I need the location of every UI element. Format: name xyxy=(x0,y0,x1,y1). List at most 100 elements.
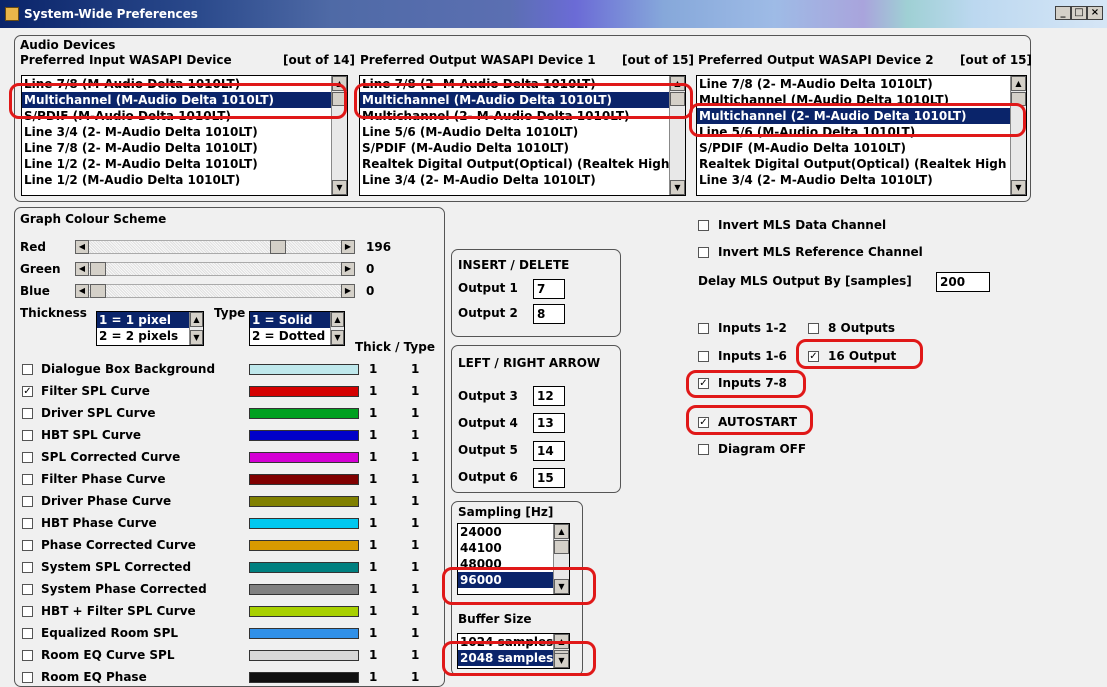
slider-left-arrow-icon[interactable]: ◀ xyxy=(75,262,89,276)
invert-data-checkbox[interactable] xyxy=(698,220,709,231)
list-item[interactable]: Line 5/6 (M-Audio Delta 1010LT) xyxy=(360,124,685,140)
curve-checkbox[interactable] xyxy=(22,364,33,375)
curve-colour-swatch[interactable] xyxy=(249,540,359,551)
curve-label: Filter SPL Curve xyxy=(41,384,150,398)
list-item[interactable]: Line 7/8 (2- M-Audio Delta 1010LT) xyxy=(697,76,1026,92)
scroll-down-icon[interactable]: ▼ xyxy=(332,180,347,195)
output1-field[interactable]: 7 xyxy=(533,279,565,299)
scroll-up-icon[interactable]: ▲ xyxy=(554,524,569,539)
list-item[interactable]: Line 3/4 (2- M-Audio Delta 1010LT) xyxy=(697,172,1026,188)
curve-checkbox[interactable] xyxy=(22,650,33,661)
curve-colour-swatch[interactable] xyxy=(249,518,359,529)
curve-checkbox[interactable] xyxy=(22,584,33,595)
curve-colour-swatch[interactable] xyxy=(249,408,359,419)
blue-slider[interactable]: ◀ ▶ xyxy=(75,284,355,298)
curve-colour-swatch[interactable] xyxy=(249,474,359,485)
slider-thumb[interactable] xyxy=(90,284,106,298)
inputs-1-6-checkbox[interactable] xyxy=(698,351,709,362)
diagram-off-checkbox[interactable] xyxy=(698,444,709,455)
scroll-down-icon[interactable]: ▼ xyxy=(670,180,685,195)
curve-colour-swatch[interactable] xyxy=(249,672,359,683)
curve-thickness: 1 xyxy=(369,494,378,508)
slider-right-arrow-icon[interactable]: ▶ xyxy=(341,240,355,254)
curve-checkbox[interactable]: ✓ xyxy=(22,386,33,397)
curve-colour-swatch[interactable] xyxy=(249,584,359,595)
list-item[interactable]: Line 7/8 (2- M-Audio Delta 1010LT) xyxy=(22,140,347,156)
curve-colour-swatch[interactable] xyxy=(249,606,359,617)
scroll-down-icon[interactable]: ▼ xyxy=(190,330,203,345)
list-item[interactable]: Realtek Digital Output(Optical) (Realtek… xyxy=(697,156,1026,172)
inputs-1-2-checkbox-label: Inputs 1-2 xyxy=(718,321,787,335)
list-item[interactable]: S/PDIF (M-Audio Delta 1010LT) xyxy=(697,140,1026,156)
type-list[interactable]: 1 = Solid 2 = Dotted ▲ ▼ xyxy=(249,311,345,346)
slider-right-arrow-icon[interactable]: ▶ xyxy=(341,284,355,298)
scroll-up-icon[interactable]: ▲ xyxy=(1011,76,1026,91)
output1-device-count: [out of 15] xyxy=(622,53,695,67)
list-item[interactable]: Line 1/2 (2- M-Audio Delta 1010LT) xyxy=(22,156,347,172)
invert-ref-checkbox-label: Invert MLS Reference Channel xyxy=(718,245,923,259)
curve-checkbox[interactable] xyxy=(22,408,33,419)
left-right-heading: LEFT / RIGHT ARROW xyxy=(458,356,601,370)
scroll-down-icon[interactable]: ▼ xyxy=(331,330,344,345)
outputs-8-checkbox[interactable] xyxy=(808,323,819,334)
curve-checkbox[interactable] xyxy=(22,452,33,463)
slider-left-arrow-icon[interactable]: ◀ xyxy=(75,284,89,298)
slider-left-arrow-icon[interactable]: ◀ xyxy=(75,240,89,254)
inputs-1-2-checkbox[interactable] xyxy=(698,323,709,334)
maximize-button[interactable]: □ xyxy=(1071,6,1087,20)
curve-colour-swatch[interactable] xyxy=(249,386,359,397)
scroll-up-icon[interactable]: ▲ xyxy=(190,312,203,327)
curve-checkbox[interactable] xyxy=(22,496,33,507)
curve-colour-swatch[interactable] xyxy=(249,496,359,507)
curve-thickness: 1 xyxy=(369,450,378,464)
curve-colour-swatch[interactable] xyxy=(249,430,359,441)
thick-type-header: Thick / Type xyxy=(355,340,435,354)
curve-checkbox[interactable] xyxy=(22,540,33,551)
slider-thumb[interactable] xyxy=(270,240,287,254)
curve-checkbox[interactable] xyxy=(22,518,33,529)
curve-checkbox[interactable] xyxy=(22,606,33,617)
invert-ref-checkbox[interactable] xyxy=(698,247,709,258)
list-item[interactable]: Line 1/2 (M-Audio Delta 1010LT) xyxy=(22,172,347,188)
curve-checkbox[interactable] xyxy=(22,430,33,441)
output2-field[interactable]: 8 xyxy=(533,304,565,324)
minimize-button[interactable]: _ xyxy=(1055,6,1071,20)
thickness-option[interactable]: 1 = 1 pixel xyxy=(97,312,203,328)
list-item[interactable]: Line 3/4 (2- M-Audio Delta 1010LT) xyxy=(22,124,347,140)
curve-checkbox[interactable] xyxy=(22,562,33,573)
curve-colour-swatch[interactable] xyxy=(249,364,359,375)
delay-field[interactable]: 200 xyxy=(936,272,990,292)
curve-colour-swatch[interactable] xyxy=(249,650,359,661)
red-slider[interactable]: ◀ ▶ xyxy=(75,240,355,254)
output6-field[interactable]: 15 xyxy=(533,468,565,488)
curve-checkbox[interactable] xyxy=(22,474,33,485)
close-button[interactable]: × xyxy=(1087,6,1103,20)
curve-colour-swatch[interactable] xyxy=(249,452,359,463)
curve-colour-swatch[interactable] xyxy=(249,562,359,573)
output5-field[interactable]: 14 xyxy=(533,441,565,461)
output5-label: Output 5 xyxy=(458,443,518,457)
output4-field[interactable]: 13 xyxy=(533,413,565,433)
list-item[interactable]: S/PDIF (M-Audio Delta 1010LT) xyxy=(360,140,685,156)
slider-thumb[interactable] xyxy=(90,262,106,276)
scroll-up-icon[interactable]: ▲ xyxy=(331,312,344,327)
diagram-off-checkbox-label: Diagram OFF xyxy=(718,442,807,456)
output3-field[interactable]: 12 xyxy=(533,386,565,406)
invert-data-checkbox-label: Invert MLS Data Channel xyxy=(718,218,887,232)
list-item[interactable]: Realtek Digital Output(Optical) (Realtek… xyxy=(360,156,685,172)
curve-checkbox[interactable] xyxy=(22,628,33,639)
curve-checkbox[interactable] xyxy=(22,672,33,683)
scroll-down-icon[interactable]: ▼ xyxy=(1011,180,1026,195)
curve-label: Dialogue Box Background xyxy=(41,362,216,376)
curve-thickness: 1 xyxy=(369,604,378,618)
blue-label: Blue xyxy=(20,284,50,298)
output2-device-label: Preferred Output WASAPI Device 2 xyxy=(698,53,934,67)
slider-right-arrow-icon[interactable]: ▶ xyxy=(341,262,355,276)
thickness-option[interactable]: 2 = 2 pixels xyxy=(97,328,203,344)
scroll-thumb[interactable] xyxy=(554,540,569,554)
list-item[interactable]: Line 3/4 (2- M-Audio Delta 1010LT) xyxy=(360,172,685,188)
thickness-list[interactable]: 1 = 1 pixel 2 = 2 pixels ▲ ▼ xyxy=(96,311,204,346)
curve-colour-swatch[interactable] xyxy=(249,628,359,639)
highlight-annotation xyxy=(689,103,1026,137)
green-slider[interactable]: ◀ ▶ xyxy=(75,262,355,276)
